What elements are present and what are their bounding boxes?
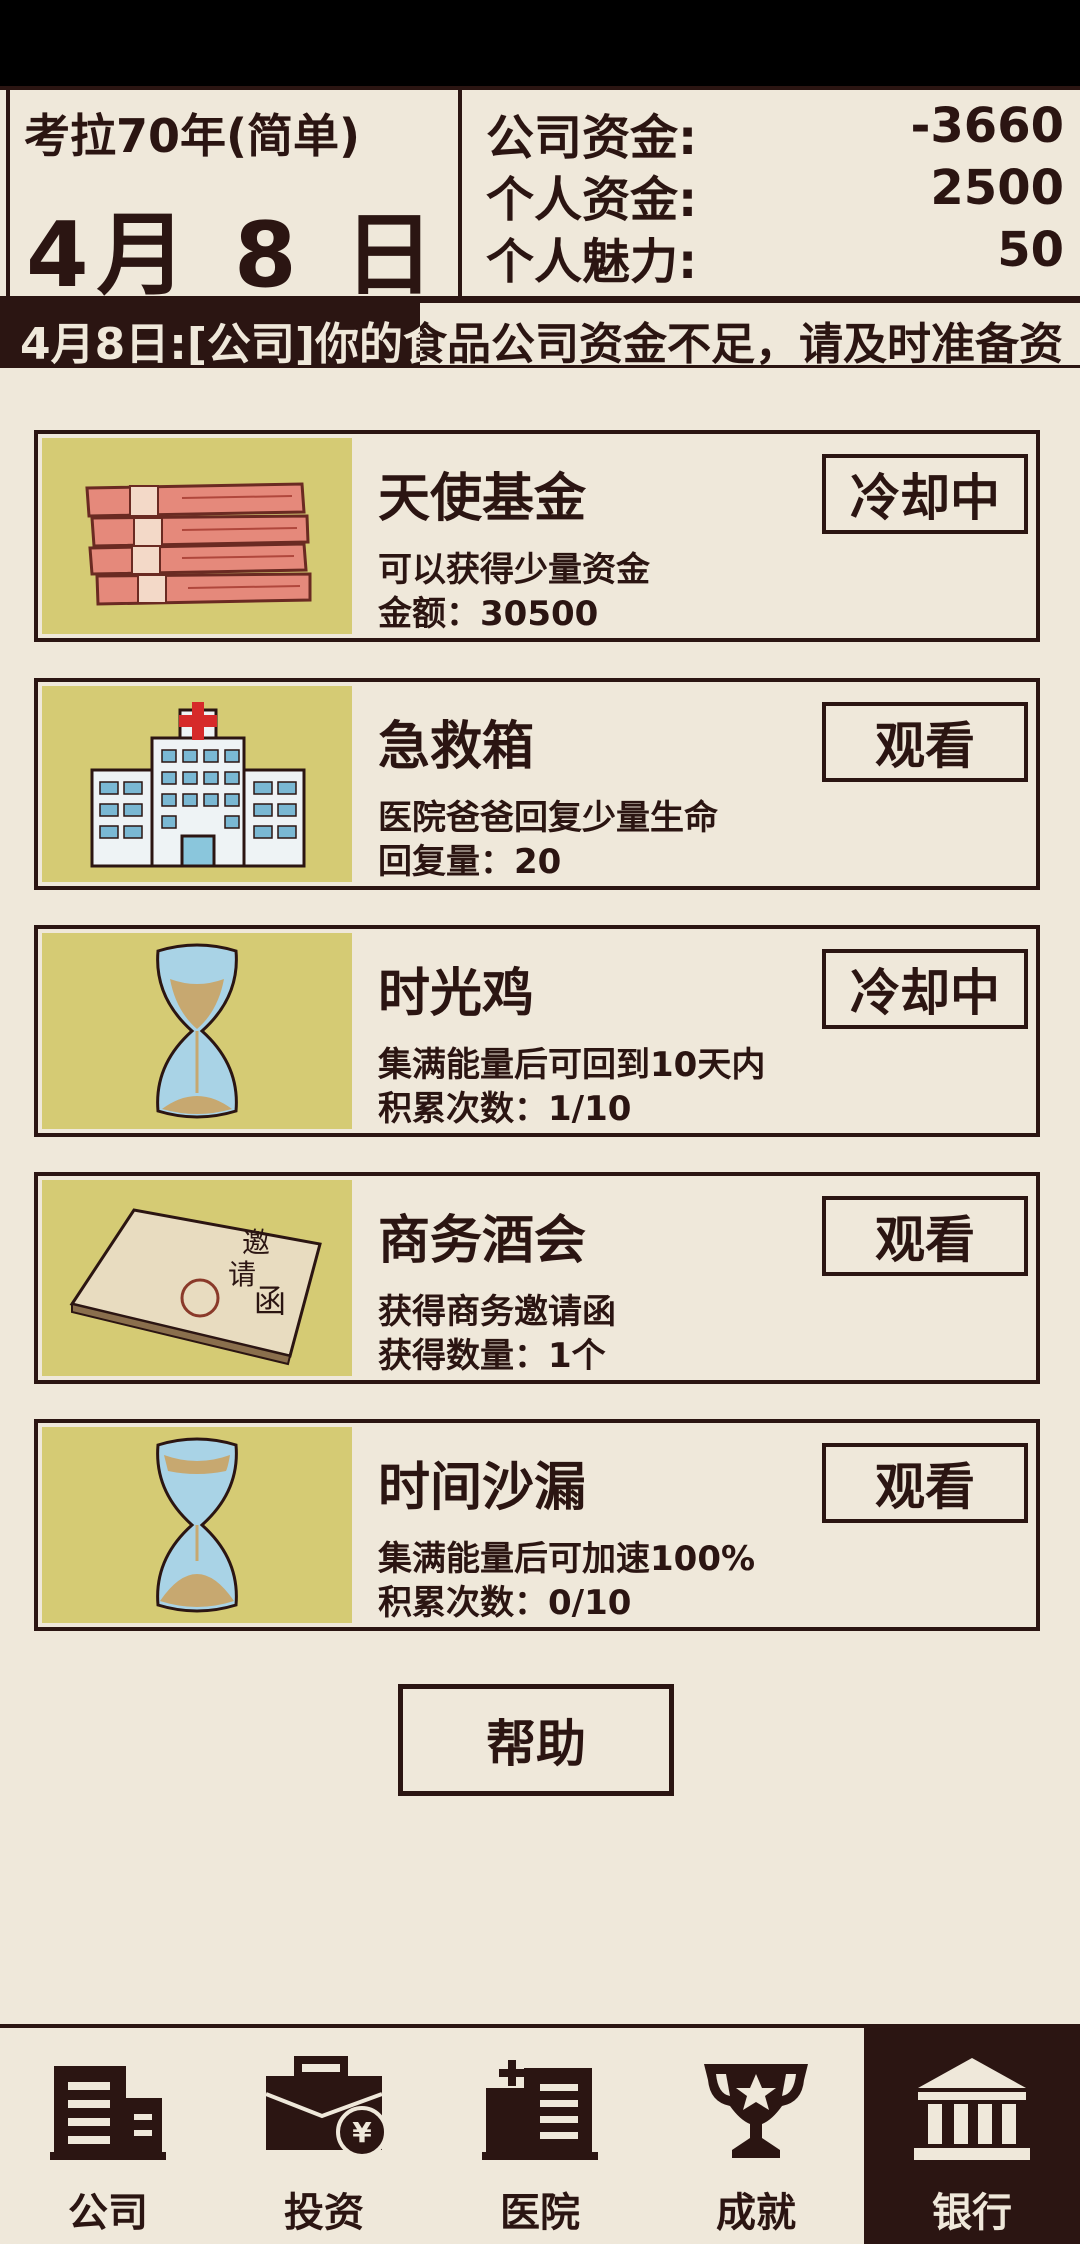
company-building-icon: [50, 2066, 166, 2160]
card-detail: 回复量：20: [378, 842, 562, 882]
svg-text:¥: ¥: [352, 2116, 372, 2149]
invitation-card-icon: 邀 请 函: [42, 1180, 352, 1376]
card-title: 时间沙漏: [378, 1458, 587, 1518]
nav-label: 医院: [500, 2190, 580, 2236]
nav-label: 投资: [284, 2190, 364, 2236]
stat-personal-charm: 个人魅力: 50: [486, 222, 1064, 290]
card-title: 商务酒会: [378, 1211, 587, 1271]
hospital-building-icon: [482, 2060, 598, 2160]
hospital-icon: [42, 686, 352, 882]
card-description: 集满能量后可回到10天内: [378, 1045, 766, 1085]
stat-value: -3660: [910, 98, 1064, 154]
invitation-glyph-3: 函: [254, 1282, 286, 1320]
stat-label: 个人魅力:: [486, 234, 698, 290]
cooldown-button[interactable]: 冷却中: [822, 949, 1028, 1029]
news-ticker: 4月8日:[公司]你的食品公司资金不足，请及时准备资: [0, 300, 1080, 368]
nav-label: 银行: [932, 2190, 1012, 2236]
trophy-icon: [704, 2064, 808, 2158]
stat-personal-funds: 个人资金: 2500: [486, 160, 1064, 228]
nav-tab-invest[interactable]: ¥ 投资: [216, 2028, 432, 2244]
nav-label: 成就: [716, 2190, 796, 2236]
stat-label: 个人资金:: [486, 172, 698, 228]
watch-button[interactable]: 观看: [822, 1196, 1028, 1276]
game-mode-label: 考拉70年(简单): [24, 109, 361, 163]
watch-button[interactable]: 观看: [822, 1443, 1028, 1523]
nav-tab-achievements[interactable]: 成就: [648, 2028, 864, 2244]
invitation-glyph-2: 请: [228, 1258, 256, 1291]
nav-label: 公司: [68, 2190, 148, 2236]
card-detail: 金额：30500: [378, 594, 599, 634]
help-button[interactable]: 帮助: [398, 1684, 674, 1796]
reward-card-angel-fund: 天使基金 可以获得少量资金 金额：30500 冷却中: [34, 430, 1040, 642]
nav-tab-company[interactable]: 公司: [0, 2028, 216, 2244]
card-title: 时光鸡: [378, 964, 535, 1024]
stat-value: 50: [997, 222, 1064, 278]
current-date: 4月 8 日: [26, 203, 442, 308]
watch-button[interactable]: 观看: [822, 702, 1028, 782]
card-detail: 获得数量：1个: [378, 1336, 606, 1376]
card-description: 集满能量后可加速100%: [378, 1539, 756, 1579]
stat-company-funds: 公司资金: -3660: [486, 98, 1064, 166]
ticker-text: 4月8日:[公司]你的食品公司资金不足，请及时准备资: [20, 308, 1063, 368]
hourglass-icon: [42, 933, 352, 1129]
stats-panel: 公司资金: -3660 个人资金: 2500 个人魅力: 50: [466, 90, 1080, 296]
reward-card-business-banquet: 邀 请 函 商务酒会 获得商务邀请函 获得数量：1个 观看: [34, 1172, 1040, 1384]
date-panel: 考拉70年(简单) 4月 8 日: [6, 90, 462, 308]
card-detail: 积累次数：1/10: [378, 1089, 632, 1129]
nav-tab-bank[interactable]: 银行: [864, 2028, 1080, 2244]
stat-label: 公司资金:: [486, 110, 698, 166]
nav-tab-hospital[interactable]: 医院: [432, 2028, 648, 2244]
header-panel: 考拉70年(简单) 4月 8 日 公司资金: -3660 个人资金: 2500 …: [0, 86, 1080, 308]
reward-card-first-aid: 急救箱 医院爸爸回复少量生命 回复量：20 观看: [34, 678, 1040, 890]
briefcase-yen-icon: ¥: [265, 2056, 384, 2158]
reward-card-time-chicken: 时光鸡 集满能量后可回到10天内 积累次数：1/10 冷却中: [34, 925, 1040, 1137]
cooldown-button[interactable]: 冷却中: [822, 454, 1028, 534]
money-stack-icon: [42, 438, 352, 634]
card-detail: 积累次数：0/10: [378, 1583, 632, 1623]
card-description: 获得商务邀请函: [378, 1292, 616, 1332]
card-title: 天使基金: [378, 469, 587, 529]
card-description: 医院爸爸回复少量生命: [378, 798, 718, 838]
bottom-navigation: 公司 ¥ 投资 医院 成就 银行: [0, 2024, 1080, 2244]
invitation-glyph-1: 邀: [242, 1226, 270, 1259]
card-description: 可以获得少量资金: [378, 550, 650, 590]
bank-icon: [914, 2058, 1030, 2160]
card-title: 急救箱: [378, 717, 535, 777]
hourglass-icon: [42, 1427, 352, 1623]
reward-card-time-hourglass: 时间沙漏 集满能量后可加速100% 积累次数：0/10 观看: [34, 1419, 1040, 1631]
system-status-bar: [0, 0, 1080, 86]
stat-value: 2500: [930, 160, 1064, 216]
